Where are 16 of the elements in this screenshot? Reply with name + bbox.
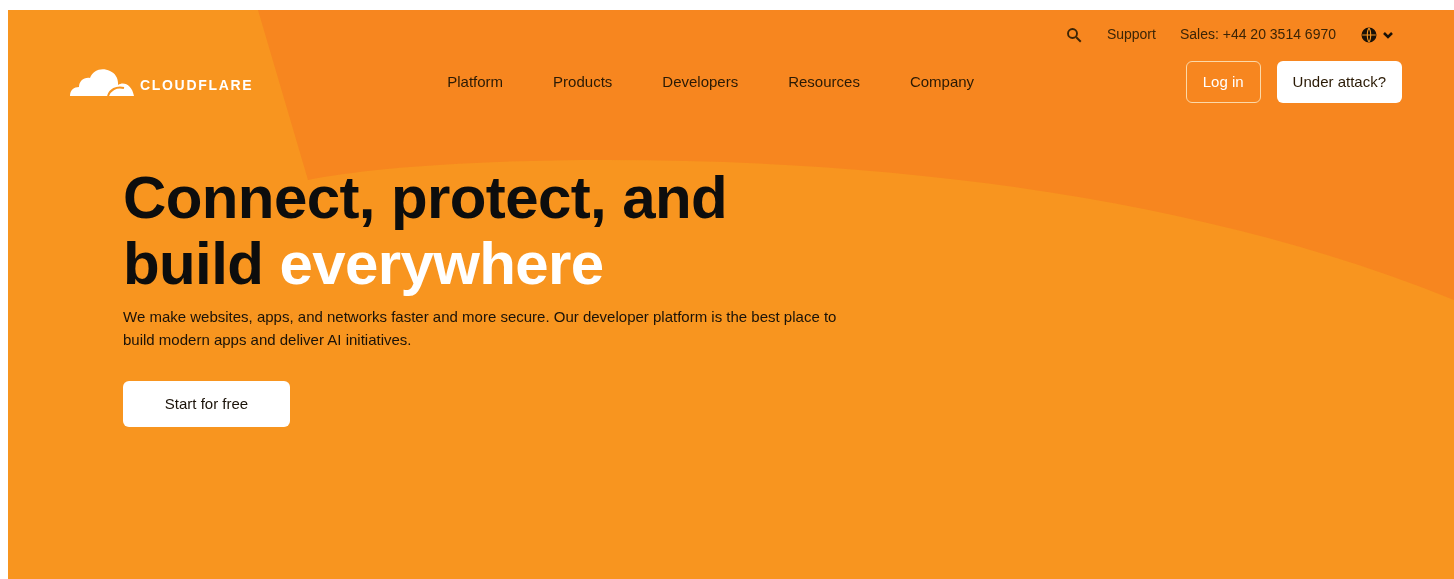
support-link[interactable]: Support xyxy=(1106,24,1156,45)
language-selector[interactable] xyxy=(1360,25,1394,44)
hero-headline: Connect, protect, and build everywhere xyxy=(123,165,729,297)
search-icon[interactable] xyxy=(1064,25,1083,44)
hero-subtitle: We make websites, apps, and networks faster and more secure. Our developer platform is the best place to build modern apps and deliver AI initiatives. xyxy=(123,307,838,350)
nav-link[interactable]: Company xyxy=(909,70,975,94)
nav-link[interactable]: Products xyxy=(553,70,613,94)
logo-text: CLOUDFLARE xyxy=(140,76,254,95)
nav-link[interactable]: Platform xyxy=(447,70,504,94)
sales-phone: Sales: +44 20 3514 6970 xyxy=(1179,25,1336,44)
nav-link[interactable]: Developers xyxy=(662,70,739,94)
under-attack-button[interactable]: Under attack? xyxy=(1276,61,1402,103)
nav-link[interactable]: Resources xyxy=(788,70,860,94)
cloud-logo-icon xyxy=(68,66,136,98)
globe-icon xyxy=(1360,25,1378,44)
start-free-button[interactable]: Start for free xyxy=(123,381,290,427)
